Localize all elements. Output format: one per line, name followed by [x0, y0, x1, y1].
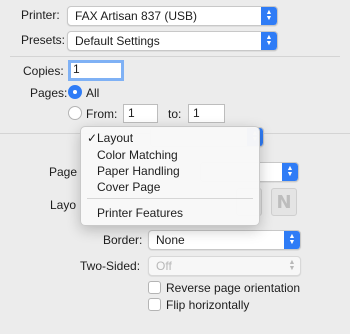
border-label: Border:: [103, 233, 143, 247]
presets-label: Presets:: [21, 33, 66, 47]
pages-per-sheet-arrows-icon: ▲ ▼: [282, 163, 298, 181]
layout-direction-label: Layo: [50, 198, 77, 212]
reverse-orientation-label: Reverse page orientation: [166, 281, 301, 295]
reverse-orientation-checkbox[interactable]: [148, 281, 161, 294]
two-sided-label: Two-Sided:: [80, 259, 141, 273]
pages-to-label: to:: [168, 107, 182, 121]
printer-popup-arrows-icon: ▲ ▼: [261, 7, 277, 25]
section-dropdown-menu: ✓ Layout Color Matching Paper Handling C…: [80, 126, 260, 226]
menu-item-paper-handling[interactable]: Paper Handling: [97, 163, 180, 179]
menu-separator: [87, 198, 253, 199]
checkmark-icon: ✓: [87, 131, 98, 145]
copies-label: Copies:: [23, 64, 64, 78]
pages-all-label: All: [86, 86, 100, 100]
menu-item-printer-features[interactable]: Printer Features: [97, 205, 183, 221]
presets-popup-value: Default Settings: [75, 34, 160, 48]
pages-per-sheet-label: Page: [49, 165, 78, 179]
two-sided-popup-value: Off: [156, 259, 172, 273]
border-popup[interactable]: None ▲ ▼: [148, 230, 301, 250]
border-popup-arrows-icon: ▲ ▼: [284, 231, 300, 249]
presets-popup-arrows-icon: ▲ ▼: [261, 32, 277, 50]
printer-popup-value: FAX Artisan 837 (USB): [75, 9, 198, 23]
printer-label: Printer:: [21, 8, 60, 22]
printer-popup[interactable]: FAX Artisan 837 (USB) ▲ ▼: [67, 6, 278, 26]
presets-popup[interactable]: Default Settings ▲ ▼: [67, 31, 278, 51]
menu-item-cover-page[interactable]: Cover Page: [97, 179, 160, 195]
flip-horizontally-label: Flip horizontally: [166, 298, 250, 312]
pages-label: Pages:: [30, 86, 68, 100]
pages-from-radio[interactable]: [68, 106, 82, 120]
menu-item-layout[interactable]: Layout: [97, 130, 133, 146]
two-sided-popup-arrows-icon: ▲ ▼: [288, 259, 296, 272]
pages-to-field[interactable]: 1: [188, 104, 225, 123]
orientation-n-icon: N: [276, 191, 292, 213]
top-divider: [10, 56, 340, 57]
flip-horizontally-checkbox[interactable]: [148, 298, 161, 311]
pages-from-field[interactable]: 1: [123, 104, 158, 123]
two-sided-popup[interactable]: Off ▲ ▼: [148, 256, 301, 276]
pages-from-label: From:: [86, 107, 118, 121]
copies-field[interactable]: 1: [68, 60, 124, 81]
menu-item-color-matching[interactable]: Color Matching: [97, 147, 178, 163]
border-popup-value: None: [156, 233, 185, 247]
pages-all-radio[interactable]: [68, 85, 82, 99]
layout-direction-option-2[interactable]: N: [271, 188, 297, 216]
